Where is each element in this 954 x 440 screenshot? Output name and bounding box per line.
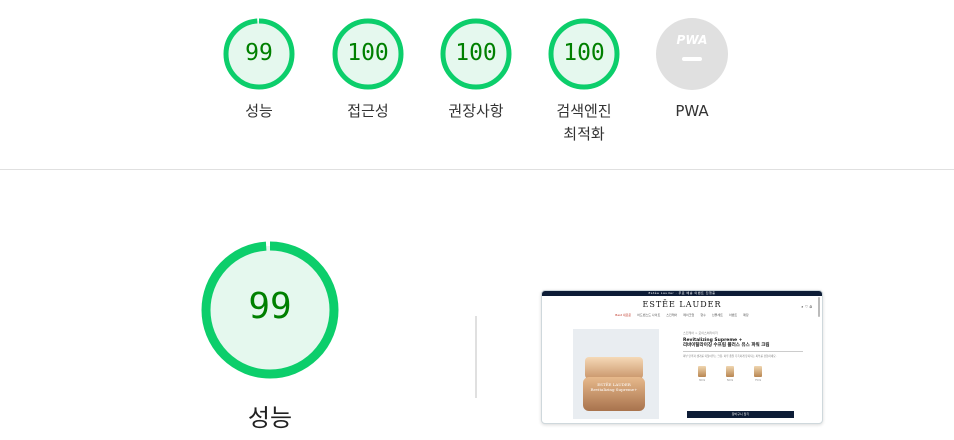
shot-title: Revitalizing Supreme + 리바이탈라이징 수프림 플러스 유… bbox=[683, 338, 770, 348]
gauge-pwa[interactable]: PWA PWA bbox=[632, 18, 752, 123]
shot-scrollbar bbox=[818, 297, 820, 317]
gauge-performance[interactable]: 99 성능 bbox=[199, 18, 319, 123]
gauge-score: 99 bbox=[245, 40, 273, 66]
gauge-score: 100 bbox=[563, 40, 605, 66]
gauge-label: PWA bbox=[675, 102, 709, 120]
gauge-label: 권장사항 bbox=[448, 102, 504, 120]
jar-lid bbox=[585, 357, 643, 379]
shot-product-image: ESTĒE LAUDER Revitalizing Supreme+ bbox=[573, 329, 659, 419]
performance-gauge: 99 bbox=[199, 239, 341, 385]
gauge-label: 성능 bbox=[245, 102, 273, 120]
shot-description: 피부 탄력과 생기를 되찾아주는 크림. 하루 종일 촉촉하게 유지되는 피부를… bbox=[683, 355, 777, 358]
pwa-dash bbox=[682, 57, 702, 61]
shot-nav-item: 이벤트 bbox=[728, 313, 738, 317]
shot-rule bbox=[683, 351, 803, 352]
pwa-na-icon: PWA bbox=[656, 18, 728, 90]
category-scores: 99 성능 100 접근성 100 권장사항 100 검색엔진 최적화 PWA bbox=[0, 0, 954, 170]
shot-nav-item: 선물세트 bbox=[711, 313, 723, 317]
shot-thumb: 30ml bbox=[695, 366, 709, 382]
shot-thumb: 75ml bbox=[751, 366, 765, 382]
final-screenshot-thumbnail[interactable]: Estée Lauder · 무료 배송 이벤트 진행중 ESTĒE LAUDE… bbox=[541, 290, 823, 424]
shot-add-to-cart: 장바구니 담기 bbox=[687, 411, 794, 418]
shot-nav-item: 매장 bbox=[743, 313, 749, 317]
gauge-best-practices[interactable]: 100 권장사항 bbox=[416, 18, 536, 123]
gauge-seo[interactable]: 100 검색엔진 최적화 bbox=[524, 18, 644, 146]
shot-thumbs: 30ml 50ml 75ml bbox=[695, 366, 803, 382]
shot-brand-logo: ESTĒE LAUDER bbox=[642, 300, 722, 309]
shot-nav-item: 어드밴스드 나이트 bbox=[637, 313, 661, 317]
pwa-icon-text: PWA bbox=[677, 33, 708, 47]
gauge-accessibility[interactable]: 100 접근성 bbox=[308, 18, 428, 123]
shot-nav: Best 새로운 어드밴스드 나이트 스킨케어 메이크업 향수 선물세트 이벤트… bbox=[542, 313, 822, 317]
shot-thumb: 50ml bbox=[723, 366, 737, 382]
shot-category: 스킨케어 > 모이스처라이저 bbox=[683, 331, 718, 335]
section-divider bbox=[0, 169, 954, 170]
shot-nav-item: Best 새로운 bbox=[615, 313, 632, 317]
gauge-label: 접근성 bbox=[347, 102, 389, 120]
gauge-label: 검색엔진 최적화 bbox=[556, 102, 612, 143]
gauge-score: 100 bbox=[455, 40, 497, 66]
jar-label: ESTĒE LAUDER Revitalizing Supreme+ bbox=[590, 382, 638, 392]
vertical-divider bbox=[475, 316, 477, 398]
shot-nav-item: 메이크업 bbox=[683, 313, 695, 317]
shot-header-icons: ⌕ ♡ ⍝ bbox=[801, 304, 812, 309]
performance-title: 성능 bbox=[247, 404, 293, 432]
shot-topbar: Estée Lauder · 무료 배송 이벤트 진행중 bbox=[542, 291, 822, 296]
gauge-score: 100 bbox=[347, 40, 389, 66]
shot-nav-item: 향수 bbox=[700, 313, 706, 317]
shot-product-info: 스킨케어 > 모이스처라이저 Revitalizing Supreme + 리바… bbox=[683, 331, 803, 382]
performance-score: 99 bbox=[248, 286, 292, 327]
shot-nav-item: 스킨케어 bbox=[666, 313, 678, 317]
